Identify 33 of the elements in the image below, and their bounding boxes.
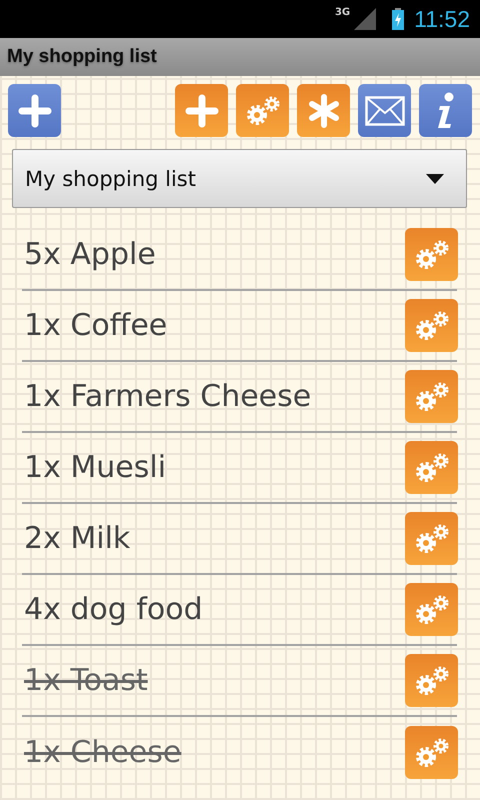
item-text[interactable]: 1x Farmers Cheese (22, 379, 312, 414)
settings-button[interactable] (236, 84, 289, 137)
window-title: My shopping list (7, 46, 157, 68)
envelope-icon (364, 96, 404, 126)
item-text[interactable]: 2x Milk (22, 521, 130, 556)
battery-icon (392, 8, 404, 30)
item-text[interactable]: 5x Apple (22, 237, 156, 272)
signal-icon (354, 8, 376, 30)
item-text[interactable]: 1x Coffee (22, 308, 168, 343)
item-settings-button[interactable] (405, 726, 458, 779)
asterisk-button[interactable] (297, 84, 350, 137)
plus-icon (18, 94, 52, 128)
item-text[interactable]: 4x dog food (22, 592, 203, 627)
add-button[interactable] (8, 84, 61, 137)
add-item-button[interactable] (175, 84, 228, 137)
item-settings-button[interactable] (405, 370, 458, 423)
info-button[interactable] (419, 84, 472, 137)
dropdown-caret-icon (426, 174, 444, 184)
email-button[interactable] (358, 84, 411, 137)
item-settings-button[interactable] (405, 441, 458, 494)
list-dropdown[interactable]: My shopping list (12, 149, 467, 208)
item-settings-button[interactable] (405, 583, 458, 636)
network-type: 3G (334, 7, 350, 18)
item-text[interactable]: 1x Muesli (22, 450, 166, 485)
item-text[interactable]: 1x Toast (22, 663, 148, 698)
item-settings-button[interactable] (405, 654, 458, 707)
asterisk-icon (306, 94, 340, 128)
item-settings-button[interactable] (405, 299, 458, 352)
item-text[interactable]: 1x Cheese (22, 735, 182, 770)
clock: 11:52 (414, 6, 470, 32)
item-settings-button[interactable] (405, 228, 458, 281)
item-settings-button[interactable] (405, 512, 458, 565)
plus-icon (184, 94, 218, 128)
